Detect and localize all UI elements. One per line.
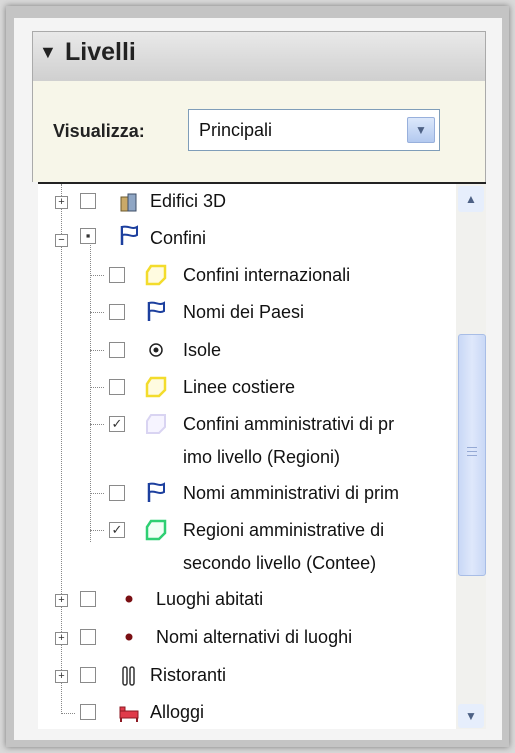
filter-label: Visualizza:: [53, 121, 145, 141]
polygon-yellow-icon: [145, 376, 167, 398]
polygon-green-icon: [145, 519, 167, 541]
grip-line: [467, 451, 477, 452]
flag-icon: [120, 225, 138, 245]
tree-item-edifici-3d[interactable]: + Edifici 3D: [38, 190, 448, 214]
layer-checkbox[interactable]: [109, 485, 125, 501]
tree-item-confini-internazionali[interactable]: Confini internazionali: [38, 263, 448, 287]
tree-item-confini[interactable]: − ▪ Confini: [38, 222, 452, 254]
tree-item-luoghi-abitati[interactable]: + Luoghi abitati: [38, 588, 448, 612]
layers-tree: + Edifici 3D − ▪ Confini Confini interna…: [38, 184, 486, 729]
layer-label: Isole: [183, 340, 222, 360]
panel-title: Livelli: [65, 38, 136, 66]
tree-branch-line: [90, 350, 104, 351]
chevron-down-icon[interactable]: ▼: [407, 117, 435, 143]
layer-label: Confini internazionali: [183, 265, 351, 285]
expand-plus-icon[interactable]: +: [55, 670, 68, 683]
layer-label: Nomi amministrativi di prim: [183, 483, 400, 503]
tree-item-nomi-amministrativi[interactable]: Nomi amministrativi di prim: [38, 481, 448, 505]
layer-checkbox[interactable]: [80, 193, 96, 209]
layer-checkbox[interactable]: [80, 591, 96, 607]
view-filter-select[interactable]: Principali ▼: [188, 109, 440, 151]
expand-plus-icon[interactable]: +: [55, 632, 68, 645]
tree-item-linee-costiere[interactable]: Linee costiere: [38, 375, 448, 399]
layer-checkbox-partial[interactable]: ▪: [80, 228, 96, 244]
layer-label: Linee costiere: [183, 377, 296, 397]
layer-checkbox[interactable]: [80, 704, 96, 720]
layer-checkbox[interactable]: ✓: [109, 522, 125, 538]
scroll-thumb[interactable]: [458, 334, 486, 576]
red-dot-icon: [125, 633, 133, 641]
tree-item-ristoranti[interactable]: + Ristoranti: [38, 664, 448, 688]
layer-label-continued: imo livello (Regioni): [183, 447, 341, 467]
tree-item-alloggi[interactable]: Alloggi: [38, 701, 448, 725]
select-value: Principali: [199, 120, 273, 140]
collapse-triangle-icon[interactable]: ▼: [39, 42, 57, 63]
scroll-up-arrow-icon[interactable]: ▲: [458, 186, 484, 212]
layer-label: Nomi dei Paesi: [183, 302, 305, 322]
polygon-lavender-icon: [146, 414, 166, 434]
building-icon: [120, 193, 137, 212]
grip-line: [467, 447, 477, 448]
tree-branch-line: [90, 275, 104, 276]
expand-plus-icon[interactable]: +: [55, 594, 68, 607]
scroll-down-arrow-icon[interactable]: ▼: [458, 704, 484, 728]
grip-line: [467, 455, 477, 456]
layer-label: Confini: [150, 228, 207, 248]
bed-icon: [119, 706, 139, 722]
layer-checkbox[interactable]: [109, 342, 125, 358]
vertical-scrollbar[interactable]: ▲ ▼: [456, 184, 486, 729]
red-dot-icon: [125, 595, 133, 603]
flag-icon: [147, 301, 165, 321]
layer-checkbox[interactable]: [109, 267, 125, 283]
filter-bar: Visualizza: Principali ▼: [32, 81, 486, 182]
tree-branch-line: [90, 424, 104, 425]
layer-label: Confini amministrativi di pr: [183, 414, 395, 434]
tree-branch-line: [90, 530, 104, 531]
tree-item-confini-amministrativi[interactable]: ✓ Confini amministrativi di pr imo livel…: [38, 412, 448, 468]
tree-item-regioni-amministrative[interactable]: ✓ Regioni amministrative di secondo live…: [38, 518, 448, 574]
layer-label: Luoghi abitati: [156, 589, 264, 609]
tree-branch-line: [90, 387, 104, 388]
layer-label: Regioni amministrative di: [183, 520, 385, 540]
flag-icon: [147, 482, 165, 502]
cutlery-icon: [122, 666, 135, 686]
layer-checkbox[interactable]: [80, 629, 96, 645]
tree-item-nomi-alternativi[interactable]: + Nomi alternativi di luoghi: [38, 626, 448, 650]
panel-header[interactable]: ▼ Livelli: [32, 31, 486, 82]
polygon-yellow-icon: [145, 264, 167, 286]
tree-branch-line: [90, 493, 104, 494]
tree-item-isole[interactable]: Isole: [38, 338, 448, 362]
layer-label: Edifici 3D: [150, 191, 227, 211]
layer-checkbox[interactable]: [80, 667, 96, 683]
layer-label-continued: secondo livello (Contee): [183, 553, 377, 573]
layer-checkbox[interactable]: [109, 379, 125, 395]
layer-label: Nomi alternativi di luoghi: [156, 627, 353, 647]
layer-label: Ristoranti: [150, 665, 227, 685]
tree-item-nomi-dei-paesi[interactable]: Nomi dei Paesi: [38, 300, 448, 324]
tree-branch-line: [90, 312, 104, 313]
layer-checkbox[interactable]: [109, 304, 125, 320]
collapse-minus-icon[interactable]: −: [55, 234, 68, 247]
target-dot-icon: [149, 343, 163, 357]
layer-label: Alloggi: [150, 702, 205, 722]
expand-plus-icon[interactable]: +: [55, 196, 68, 209]
layer-checkbox[interactable]: ✓: [109, 416, 125, 432]
tree-branch-line: [61, 713, 75, 714]
